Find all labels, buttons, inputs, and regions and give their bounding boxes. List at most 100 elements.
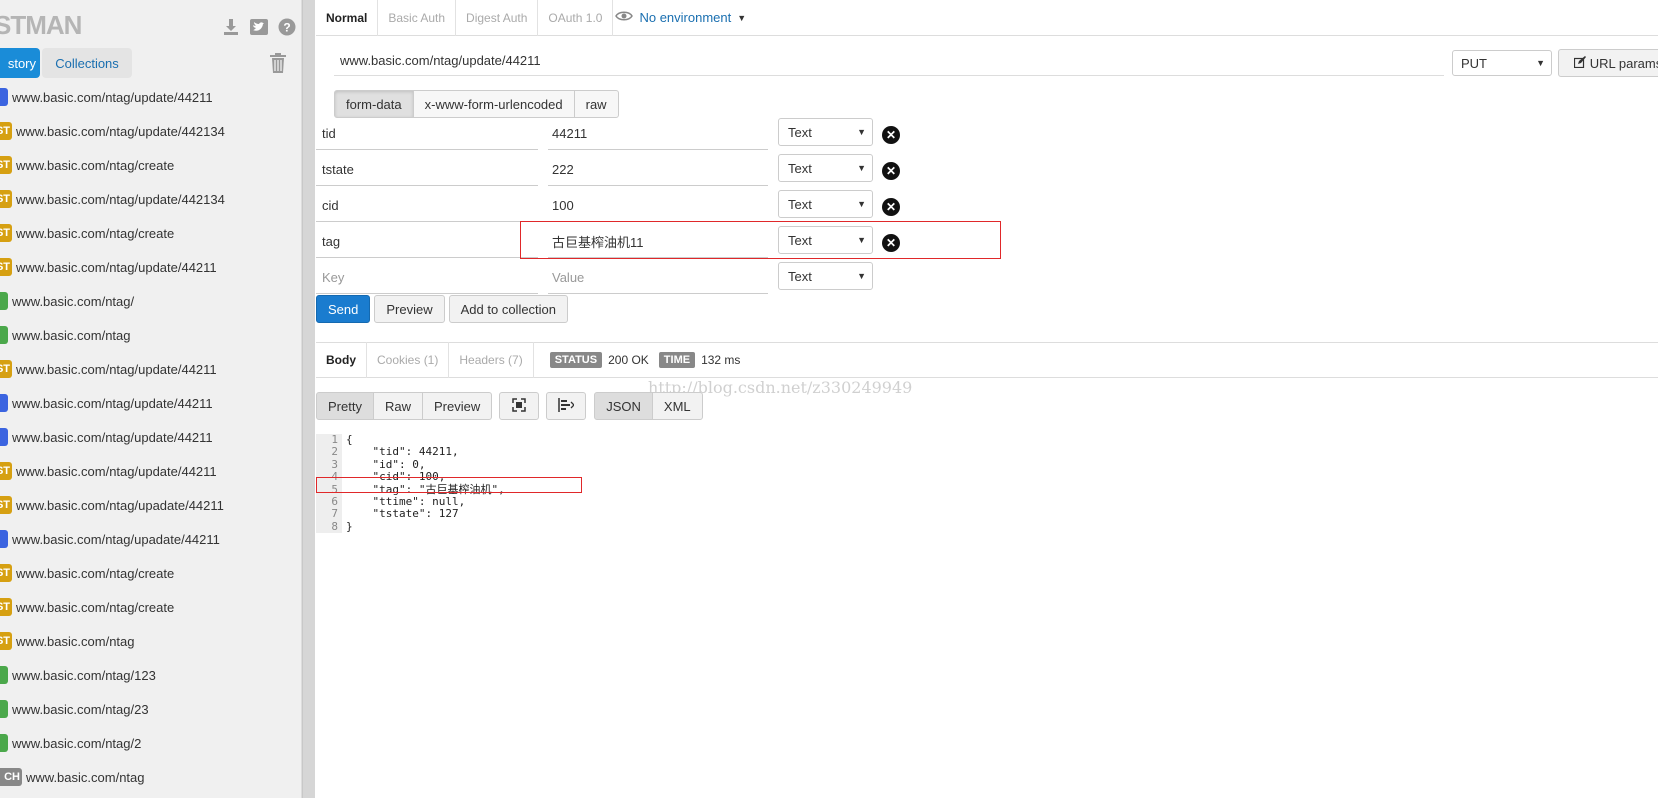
chevron-down-icon: ▼ <box>857 199 866 209</box>
list-item[interactable]: STwww.basic.com/ntag/update/44211 <box>0 454 301 488</box>
tab-normal[interactable]: Normal <box>316 0 379 36</box>
help-icon[interactable]: ? <box>276 16 298 38</box>
list-item[interactable]: STwww.basic.com/ntag/create <box>0 556 301 590</box>
remove-row-icon[interactable]: ✕ <box>882 162 900 180</box>
method-badge <box>0 666 8 684</box>
add-to-collection-button[interactable]: Add to collection <box>448 295 569 323</box>
chevron-down-icon: ▼ <box>737 12 747 23</box>
list-item[interactable]: STwww.basic.com/ntag/upadate/44211 <box>0 488 301 522</box>
list-item[interactable]: www.basic.com/ntag/23 <box>0 692 301 726</box>
fullscreen-button[interactable] <box>499 392 540 420</box>
key-field[interactable]: tstate <box>316 154 538 186</box>
raw-button[interactable]: Raw <box>372 392 423 420</box>
list-item[interactable]: www.basic.com/ntag/update/44211 <box>0 80 301 114</box>
history-url: www.basic.com/ntag/upadate/44211 <box>16 497 224 513</box>
remove-row-icon[interactable]: ✕ <box>882 126 900 144</box>
twitter-icon[interactable] <box>248 16 270 38</box>
wrap-button[interactable] <box>546 392 587 420</box>
trash-icon[interactable] <box>270 53 286 76</box>
method-badge <box>0 326 8 344</box>
preview-response-button[interactable]: Preview <box>421 392 493 420</box>
remove-row-icon[interactable]: ✕ <box>882 234 900 252</box>
key-field[interactable]: tid <box>316 118 538 150</box>
history-url: www.basic.com/ntag/create <box>16 599 175 615</box>
method-badge: ST <box>0 122 12 140</box>
status-badge: STATUS <box>549 352 603 368</box>
value-field[interactable]: 44211 <box>548 118 768 150</box>
history-url: www.basic.com/ntag/update/44211 <box>16 259 217 275</box>
tab-body[interactable]: Body <box>316 342 367 378</box>
wrap-icon <box>558 397 576 415</box>
edit-icon <box>1573 55 1586 71</box>
value-field[interactable]: Value <box>548 262 768 294</box>
list-item[interactable]: www.basic.com/ntag/update/44211 <box>0 386 301 420</box>
key-field[interactable]: cid <box>316 190 538 222</box>
history-list: www.basic.com/ntag/update/44211STwww.bas… <box>0 80 301 794</box>
line-number: 8 <box>331 519 338 533</box>
method-badge: ST <box>0 224 12 242</box>
list-item[interactable]: www.basic.com/ntag/update/44211 <box>0 420 301 454</box>
list-item[interactable]: STwww.basic.com/ntag/create <box>0 216 301 250</box>
method-badge <box>0 428 8 446</box>
preview-button[interactable]: Preview <box>374 295 445 323</box>
tab-basic-auth[interactable]: Basic Auth <box>378 0 457 36</box>
sidebar-scrollbar[interactable] <box>302 0 315 798</box>
download-icon[interactable] <box>220 16 242 38</box>
url-params-button[interactable]: URL params <box>1558 49 1658 77</box>
tab-collections[interactable]: Collections <box>42 48 132 78</box>
view-mode-group: Pretty Raw Preview <box>316 392 493 420</box>
tab-urlencoded[interactable]: x-www-form-urlencoded <box>412 90 575 118</box>
list-item[interactable]: www.basic.com/ntag/upadate/44211 <box>0 522 301 556</box>
type-select[interactable]: Text ▼ <box>778 226 873 254</box>
history-url: www.basic.com/ntag/update/44211 <box>12 395 213 411</box>
app-logo: STMAN <box>0 10 82 40</box>
method-badge: ST <box>0 190 12 208</box>
environment-selector[interactable]: No environment ▼ <box>615 10 746 25</box>
list-item[interactable]: STwww.basic.com/ntag/update/44211 <box>0 352 301 386</box>
tab-cookies[interactable]: Cookies (1) <box>367 342 450 378</box>
line-number: 4 <box>331 470 338 484</box>
tab-digest-auth[interactable]: Digest Auth <box>456 0 539 36</box>
tab-form-data[interactable]: form-data <box>334 90 414 118</box>
list-item[interactable]: STwww.basic.com/ntag <box>0 624 301 658</box>
xml-button[interactable]: XML <box>651 392 703 420</box>
url-input[interactable] <box>334 46 1444 76</box>
list-item[interactable]: www.basic.com/ntag/ <box>0 284 301 318</box>
method-badge: ST <box>0 598 12 616</box>
type-select[interactable]: Text ▼ <box>778 262 873 290</box>
tab-history[interactable]: story <box>0 48 40 78</box>
remove-row-icon[interactable]: ✕ <box>882 198 900 216</box>
type-select[interactable]: Text ▼ <box>778 190 873 218</box>
type-select[interactable]: Text ▼ <box>778 154 873 182</box>
list-item[interactable]: STwww.basic.com/ntag/create <box>0 590 301 624</box>
method-badge: ST <box>0 564 12 582</box>
send-button[interactable]: Send <box>316 295 371 323</box>
list-item[interactable]: STwww.basic.com/ntag/update/442134 <box>0 182 301 216</box>
history-url: www.basic.com/ntag/update/442134 <box>16 123 225 139</box>
form-row-new: Key Value Text ▼ <box>316 262 1016 298</box>
tab-raw[interactable]: raw <box>573 90 619 118</box>
value-field[interactable]: 222 <box>548 154 768 186</box>
history-url: www.basic.com/ntag <box>26 769 145 785</box>
json-button[interactable]: JSON <box>594 392 653 420</box>
history-url: www.basic.com/ntag/update/44211 <box>16 463 217 479</box>
method-select[interactable]: PUT ▼ <box>1452 50 1552 76</box>
form-data-rows: tid 44211 Text ▼ ✕ tstate 222 Text ▼ ✕ cid… <box>316 118 1016 298</box>
list-item[interactable]: www.basic.com/ntag/123 <box>0 658 301 692</box>
tab-oauth[interactable]: OAuth 1.0 <box>538 0 614 36</box>
key-field[interactable]: Key <box>316 262 538 294</box>
list-item[interactable]: www.basic.com/ntag/2 <box>0 726 301 760</box>
list-item[interactable]: STwww.basic.com/ntag/update/44211 <box>0 250 301 284</box>
list-item[interactable]: CH www.basic.com/ntag <box>0 760 301 794</box>
auth-tabs: Normal Basic Auth Digest Auth OAuth 1.0 … <box>316 0 1658 36</box>
sidebar: STMAN ? story Collections www.basic.com/… <box>0 0 302 798</box>
key-field[interactable]: tag <box>316 226 538 258</box>
list-item[interactable]: STwww.basic.com/ntag/update/442134 <box>0 114 301 148</box>
tab-headers[interactable]: Headers (7) <box>449 342 534 378</box>
value-field[interactable]: 100 <box>548 190 768 222</box>
value-field[interactable]: 古巨基榨油机11 <box>548 226 768 258</box>
type-select[interactable]: Text ▼ <box>778 118 873 146</box>
list-item[interactable]: STwww.basic.com/ntag/create <box>0 148 301 182</box>
list-item[interactable]: www.basic.com/ntag <box>0 318 301 352</box>
pretty-button[interactable]: Pretty <box>316 392 374 420</box>
